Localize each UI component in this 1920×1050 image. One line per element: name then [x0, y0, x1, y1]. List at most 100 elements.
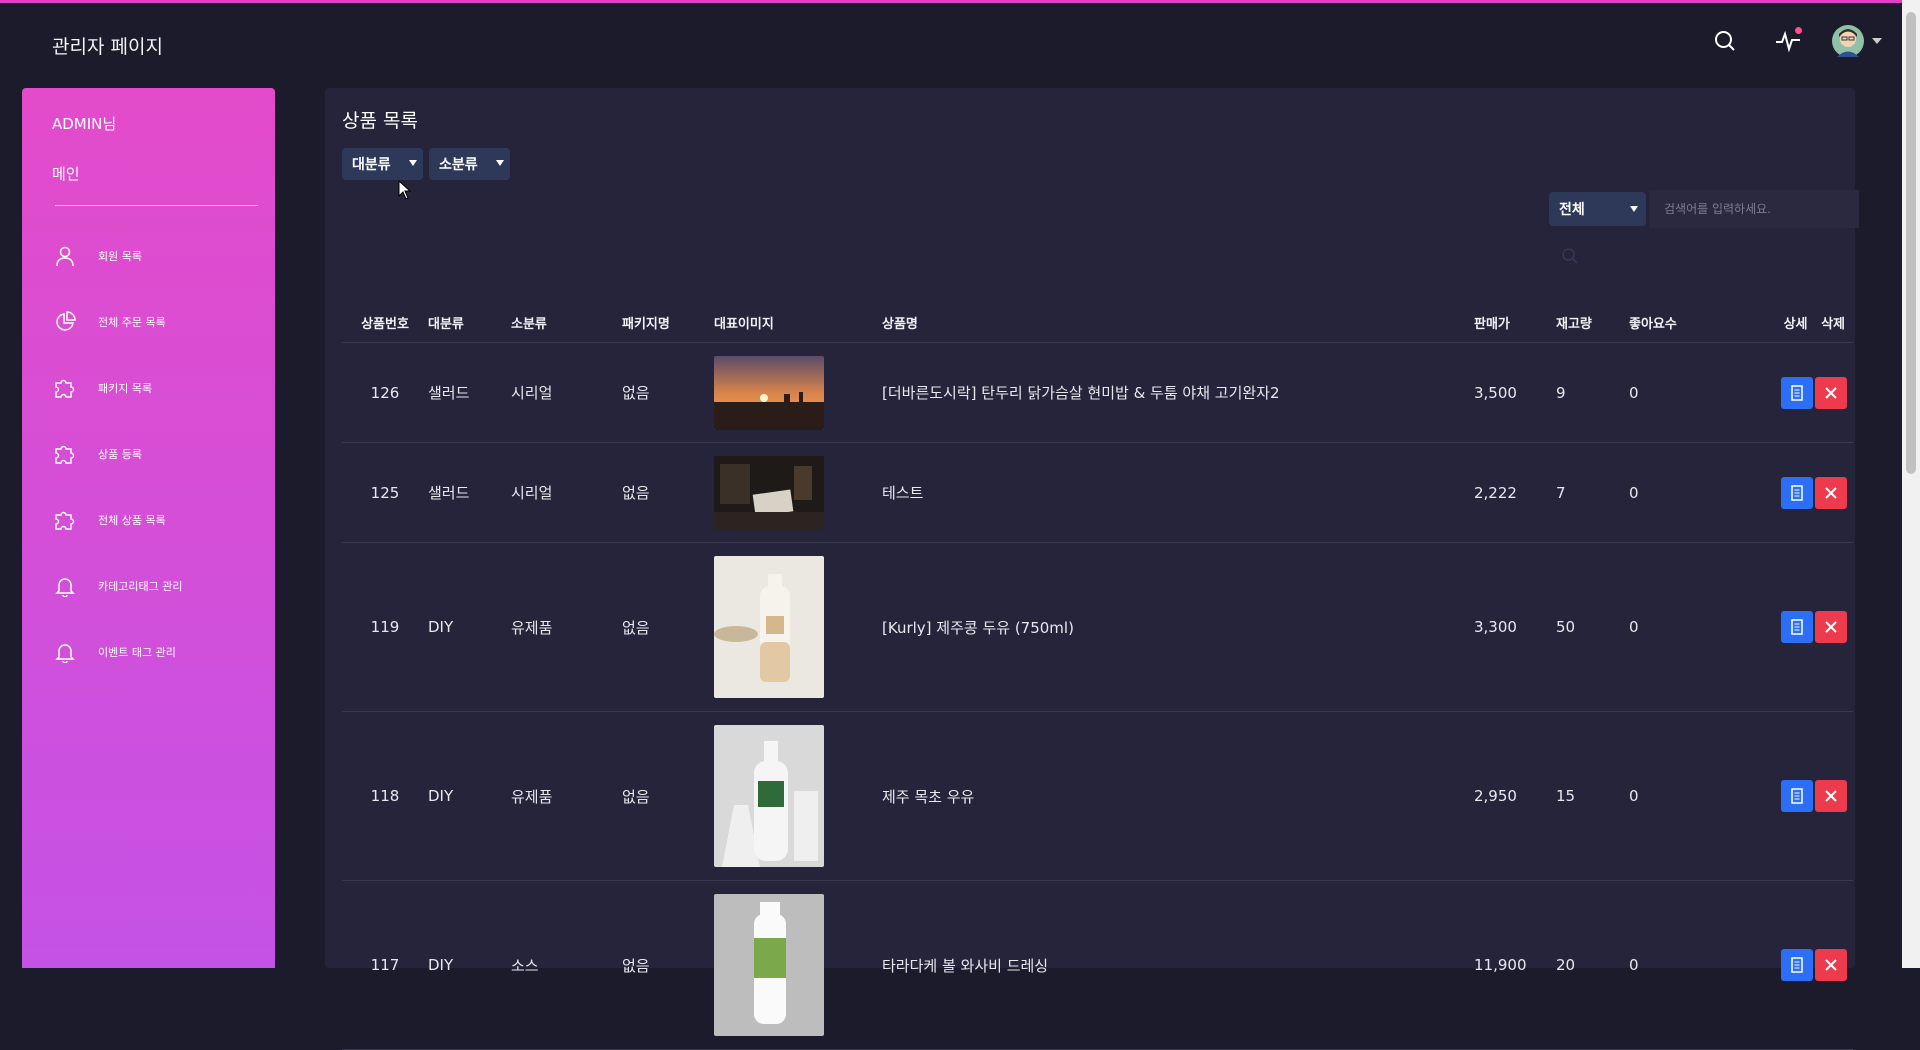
product-thumbnail[interactable] [714, 455, 824, 530]
puzzle-icon [52, 441, 78, 467]
sidebar-item-label: 상품 등록 [98, 448, 142, 461]
page-scrollbar[interactable] [1902, 0, 1920, 968]
sidebar-main-link[interactable]: 메인 [52, 163, 80, 184]
search-scope-select[interactable]: 전체 [1549, 192, 1646, 226]
col-header-price: 판매가 [1474, 302, 1556, 343]
page-title: 상품 목록 [342, 110, 418, 132]
cell-stock: 7 [1556, 442, 1629, 543]
cell-likes: 0 [1629, 442, 1742, 543]
cell-major: 샐러드 [428, 342, 511, 443]
cell-stock: 20 [1556, 880, 1629, 1050]
detail-button[interactable] [1781, 476, 1813, 509]
puzzle-icon [52, 507, 78, 533]
caret-down-icon [1630, 206, 1638, 212]
close-icon [1825, 386, 1837, 399]
profile-menu-button[interactable] [1828, 21, 1882, 61]
close-icon [1825, 959, 1837, 971]
cell-id: 119 [342, 542, 428, 712]
sidebar-item-members[interactable]: 회원 목록 [52, 236, 262, 276]
detail-button[interactable] [1781, 376, 1813, 409]
chevron-down-icon [1872, 38, 1882, 44]
sidebar-item-product-register[interactable]: 상품 등록 [52, 434, 262, 474]
cell-name: 테스트 [882, 442, 1474, 543]
major-category-dropdown[interactable]: 대분류 [342, 148, 423, 180]
cell-image [714, 880, 882, 1050]
sidebar-item-orders[interactable]: 전체 주문 목록 [52, 302, 262, 342]
cell-name: 타라다케 볼 와사비 드레싱 [882, 880, 1474, 1050]
sidebar-divider [55, 205, 258, 206]
product-thumbnail[interactable] [714, 556, 824, 698]
sidebar-item-label: 전체 주문 목록 [98, 316, 166, 329]
detail-button[interactable] [1781, 949, 1813, 981]
cell-package: 없음 [622, 342, 714, 443]
cell-likes: 0 [1629, 342, 1742, 443]
col-header-actions: 상세 삭제 [1742, 302, 1853, 343]
delete-button[interactable] [1815, 611, 1847, 643]
cell-id: 118 [342, 711, 428, 881]
cell-image [714, 342, 882, 443]
cell-id: 126 [342, 342, 428, 443]
sidebar-item-all-products[interactable]: 전체 상품 목록 [52, 500, 262, 540]
close-icon [1825, 486, 1837, 499]
cell-minor: 소스 [511, 880, 622, 1050]
cell-stock: 9 [1556, 342, 1629, 443]
sidebar-user-label: ADMIN님 [52, 115, 117, 133]
document-icon [1791, 788, 1803, 804]
cell-actions [1742, 442, 1853, 543]
mouse-cursor-icon [398, 180, 412, 200]
pie-chart-icon [52, 309, 78, 335]
sidebar: ADMIN님 메인 회원 목록 전체 주문 목록 패키지 목록 상품 등록 전체… [22, 88, 275, 968]
sidebar-item-category-tags[interactable]: 카테고리태그 관리 [52, 566, 262, 606]
table-header-row: 상품번호 대분류 소분류 패키지명 대표이미지 상품명 판매가 재고량 좋아요수… [342, 302, 1853, 343]
header-search-button[interactable] [1705, 21, 1745, 61]
app-title: 관리자 페이지 [52, 36, 163, 58]
product-thumbnail[interactable] [714, 894, 824, 1036]
cell-minor: 시리얼 [511, 342, 622, 443]
scrollbar-thumb[interactable] [1906, 12, 1916, 474]
col-header-package: 패키지명 [622, 302, 714, 343]
cell-minor: 유제품 [511, 711, 622, 881]
document-icon [1791, 484, 1803, 501]
bell-icon [52, 639, 78, 665]
avatar [1832, 25, 1864, 57]
detail-button[interactable] [1781, 780, 1813, 812]
cell-name: 제주 목초 우유 [882, 711, 1474, 881]
product-thumbnail[interactable] [714, 355, 824, 430]
col-header-likes: 좋아요수 [1629, 302, 1742, 343]
delete-button[interactable] [1815, 949, 1847, 981]
minor-category-dropdown[interactable]: 소분류 [429, 148, 510, 180]
search-scope-label: 전체 [1559, 202, 1585, 218]
cell-price: 3,500 [1474, 342, 1556, 443]
notification-dot [1795, 27, 1802, 34]
sidebar-item-label: 카테고리태그 관리 [98, 580, 183, 593]
product-thumbnail[interactable] [714, 725, 824, 867]
delete-button[interactable] [1815, 780, 1847, 812]
document-icon [1791, 384, 1803, 401]
sidebar-item-packages[interactable]: 패키지 목록 [52, 368, 262, 408]
cell-name: [더바른도시락] 탄두리 닭가슴살 현미밥 & 두툼 야채 고기완자2 [882, 342, 1474, 443]
table-row: 118 DIY 유제품 없음 제주 목초 우유 2,950 15 0 [342, 711, 1853, 881]
detail-button[interactable] [1781, 611, 1813, 643]
cell-stock: 50 [1556, 542, 1629, 712]
search-input[interactable] [1649, 190, 1859, 228]
table-row: 126 샐러드 시리얼 없음 [더바른도시락] 탄두리 닭가슴살 현미밥 & 두… [342, 342, 1853, 443]
user-icon [52, 243, 78, 269]
top-navbar: 관리자 페이지 [0, 3, 1900, 81]
cell-package: 없음 [622, 442, 714, 543]
col-header-minor: 소분류 [511, 302, 622, 343]
cell-actions [1742, 542, 1853, 712]
delete-button[interactable] [1815, 376, 1847, 409]
cell-image [714, 711, 882, 881]
sidebar-item-event-tags[interactable]: 이벤트 태그 관리 [52, 632, 262, 672]
cell-id: 117 [342, 880, 428, 1050]
cell-price: 2,950 [1474, 711, 1556, 881]
delete-button[interactable] [1815, 476, 1847, 509]
search-submit-button[interactable] [1557, 243, 1583, 269]
table-row: 117 DIY 소스 없음 타라다케 볼 와사비 드레싱 11,900 20 0 [342, 880, 1853, 1050]
sidebar-item-label: 전체 상품 목록 [98, 514, 166, 527]
col-header-major: 대분류 [428, 302, 511, 343]
major-category-label: 대분류 [352, 157, 391, 173]
activity-button[interactable] [1768, 21, 1808, 61]
cell-minor: 유제품 [511, 542, 622, 712]
cell-image [714, 442, 882, 543]
